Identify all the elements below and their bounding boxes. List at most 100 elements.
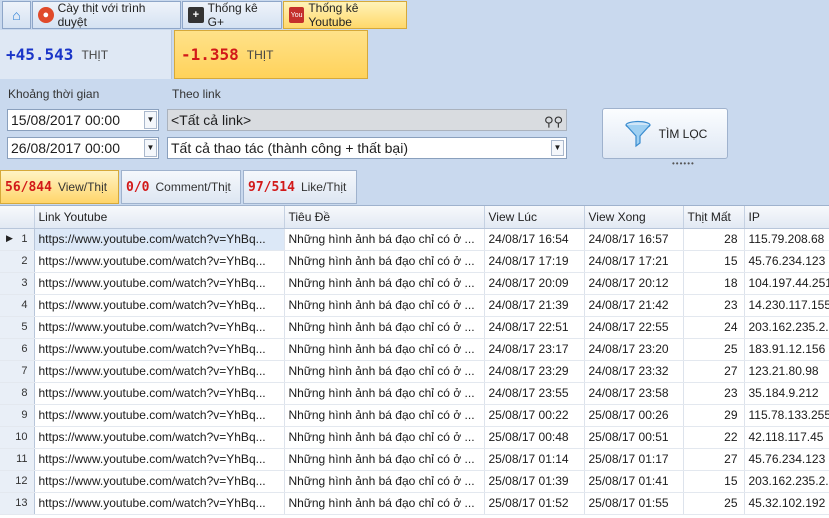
link-selector[interactable]: <Tất cả link> ⚲⚲ xyxy=(167,109,567,131)
cell-start[interactable]: 24/08/17 21:39 xyxy=(484,294,585,317)
cell-ip[interactable]: 14.230.117.155 xyxy=(744,294,829,317)
cell-link[interactable]: https://www.youtube.com/watch?v=YhBq... xyxy=(34,492,285,515)
cell-start[interactable]: 25/08/17 01:39 xyxy=(484,470,585,493)
cell-link[interactable]: https://www.youtube.com/watch?v=YhBq... xyxy=(34,250,285,273)
cell-end[interactable]: 24/08/17 16:57 xyxy=(584,228,684,251)
cell-cost[interactable]: 24 xyxy=(683,316,745,339)
cell-cost[interactable]: 22 xyxy=(683,426,745,449)
cell-start[interactable]: 24/08/17 17:19 xyxy=(484,250,585,273)
cell-title[interactable]: Những hình ảnh bá đạo chỉ có ở ... xyxy=(284,426,485,449)
cell-ip[interactable]: 45.76.234.123 xyxy=(744,250,829,273)
tab-youtube[interactable]: You Thống kê Youtube xyxy=(283,1,407,29)
cell-start[interactable]: 24/08/17 23:17 xyxy=(484,338,585,361)
cell-ip[interactable]: 183.91.12.156 xyxy=(744,338,829,361)
column-header[interactable]: Thịt Mất xyxy=(683,206,745,229)
table-row[interactable]: 5 https://www.youtube.com/watch?v=YhBq...… xyxy=(0,316,829,339)
cell-start[interactable]: 25/08/17 00:22 xyxy=(484,404,585,427)
cell-end[interactable]: 25/08/17 01:55 xyxy=(584,492,684,515)
chevron-down-icon[interactable]: ▼ xyxy=(551,140,564,156)
cell-ip[interactable]: 123.21.80.98 xyxy=(744,360,829,383)
cell-link[interactable]: https://www.youtube.com/watch?v=YhBq... xyxy=(34,382,285,405)
cell-start[interactable]: 24/08/17 20:09 xyxy=(484,272,585,295)
cell-link[interactable]: https://www.youtube.com/watch?v=YhBq... xyxy=(34,228,285,251)
table-row[interactable]: 9 https://www.youtube.com/watch?v=YhBq...… xyxy=(0,404,829,427)
cell-cost[interactable]: 27 xyxy=(683,448,745,471)
chevron-down-icon[interactable]: ▼ xyxy=(144,139,157,157)
cell-start[interactable]: 24/08/17 16:54 xyxy=(484,228,585,251)
cell-cost[interactable]: 28 xyxy=(683,228,745,251)
to-date-picker[interactable]: 26/08/2017 00:00 ▼ xyxy=(7,137,159,159)
cell-end[interactable]: 24/08/17 23:20 xyxy=(584,338,684,361)
row-number[interactable]: 11 xyxy=(0,448,35,471)
cell-end[interactable]: 24/08/17 23:58 xyxy=(584,382,684,405)
cell-end[interactable]: 25/08/17 01:41 xyxy=(584,470,684,493)
row-number[interactable]: 13 xyxy=(0,492,35,515)
binoculars-icon[interactable]: ⚲⚲ xyxy=(544,112,563,132)
table-row[interactable]: 6 https://www.youtube.com/watch?v=YhBq...… xyxy=(0,338,829,361)
table-row[interactable]: 2 https://www.youtube.com/watch?v=YhBq...… xyxy=(0,250,829,273)
cell-cost[interactable]: 25 xyxy=(683,338,745,361)
cell-end[interactable]: 24/08/17 21:42 xyxy=(584,294,684,317)
action-select[interactable]: Tất cả thao tác (thành công + thất bại) … xyxy=(167,137,567,159)
table-row[interactable]: 10 https://www.youtube.com/watch?v=YhBq..… xyxy=(0,426,829,449)
cell-title[interactable]: Những hình ảnh bá đạo chỉ có ở ... xyxy=(284,338,485,361)
table-row[interactable]: 11 https://www.youtube.com/watch?v=YhBq..… xyxy=(0,448,829,471)
table-row[interactable]: 12 https://www.youtube.com/watch?v=YhBq..… xyxy=(0,470,829,493)
cell-link[interactable]: https://www.youtube.com/watch?v=YhBq... xyxy=(34,404,285,427)
cell-ip[interactable]: 45.32.102.192 xyxy=(744,492,829,515)
cell-title[interactable]: Những hình ảnh bá đạo chỉ có ở ... xyxy=(284,250,485,273)
cell-cost[interactable]: 18 xyxy=(683,272,745,295)
row-number[interactable]: 5 xyxy=(0,316,35,339)
cell-ip[interactable]: 115.78.133.255 xyxy=(744,404,829,427)
table-row[interactable]: 8 https://www.youtube.com/watch?v=YhBq...… xyxy=(0,382,829,405)
cell-link[interactable]: https://www.youtube.com/watch?v=YhBq... xyxy=(34,272,285,295)
cell-end[interactable]: 24/08/17 23:32 xyxy=(584,360,684,383)
row-number[interactable]: ▶ 1 xyxy=(0,228,35,251)
column-header[interactable]: IP xyxy=(744,206,829,229)
column-header[interactable]: View Lúc xyxy=(484,206,585,229)
table-row[interactable]: 13 https://www.youtube.com/watch?v=YhBq..… xyxy=(0,492,829,515)
cell-cost[interactable]: 15 xyxy=(683,250,745,273)
cell-link[interactable]: https://www.youtube.com/watch?v=YhBq... xyxy=(34,316,285,339)
cell-end[interactable]: 25/08/17 00:26 xyxy=(584,404,684,427)
cell-title[interactable]: Những hình ảnh bá đạo chỉ có ở ... xyxy=(284,492,485,515)
row-number[interactable]: 12 xyxy=(0,470,35,493)
row-number[interactable]: 2 xyxy=(0,250,35,273)
results-grid[interactable]: Link Youtube Tiêu Đề View Lúc View Xong … xyxy=(0,205,829,518)
row-number[interactable]: 9 xyxy=(0,404,35,427)
table-row[interactable]: 7 https://www.youtube.com/watch?v=YhBq...… xyxy=(0,360,829,383)
cell-title[interactable]: Những hình ảnh bá đạo chỉ có ở ... xyxy=(284,360,485,383)
column-header[interactable]: Tiêu Đề xyxy=(284,206,485,229)
cell-title[interactable]: Những hình ảnh bá đạo chỉ có ở ... xyxy=(284,228,485,251)
cell-start[interactable]: 24/08/17 23:55 xyxy=(484,382,585,405)
cell-ip[interactable]: 115.79.208.68 xyxy=(744,228,829,251)
chevron-down-icon[interactable]: ▼ xyxy=(144,111,157,129)
cell-start[interactable]: 25/08/17 01:14 xyxy=(484,448,585,471)
cell-cost[interactable]: 27 xyxy=(683,360,745,383)
cell-end[interactable]: 24/08/17 22:55 xyxy=(584,316,684,339)
tab-home[interactable]: ⌂ xyxy=(2,1,31,29)
cell-title[interactable]: Những hình ảnh bá đạo chỉ có ở ... xyxy=(284,448,485,471)
cell-ip[interactable]: 45.76.234.123 xyxy=(744,448,829,471)
cell-ip[interactable]: 203.162.235.2... xyxy=(744,470,829,493)
cell-end[interactable]: 25/08/17 01:17 xyxy=(584,448,684,471)
cell-link[interactable]: https://www.youtube.com/watch?v=YhBq... xyxy=(34,338,285,361)
row-number[interactable]: 7 xyxy=(0,360,35,383)
row-number[interactable]: 4 xyxy=(0,294,35,317)
row-number[interactable]: 10 xyxy=(0,426,35,449)
cell-cost[interactable]: 15 xyxy=(683,470,745,493)
cell-title[interactable]: Những hình ảnh bá đạo chỉ có ở ... xyxy=(284,272,485,295)
table-row[interactable]: ▶ 1 https://www.youtube.com/watch?v=YhBq..… xyxy=(0,228,829,251)
cell-title[interactable]: Những hình ảnh bá đạo chỉ có ở ... xyxy=(284,316,485,339)
tab-browser[interactable]: ● Cày thịt với trình duyệt xyxy=(32,1,181,29)
cell-title[interactable]: Những hình ảnh bá đạo chỉ có ở ... xyxy=(284,404,485,427)
row-number[interactable]: 3 xyxy=(0,272,35,295)
column-header[interactable]: View Xong xyxy=(584,206,684,229)
cell-start[interactable]: 24/08/17 22:51 xyxy=(484,316,585,339)
column-header[interactable]: Link Youtube xyxy=(34,206,285,229)
filter-button[interactable]: TÌM LỌC xyxy=(602,108,728,159)
cell-cost[interactable]: 25 xyxy=(683,492,745,515)
cell-title[interactable]: Những hình ảnh bá đạo chỉ có ở ... xyxy=(284,382,485,405)
cell-start[interactable]: 24/08/17 23:29 xyxy=(484,360,585,383)
cell-link[interactable]: https://www.youtube.com/watch?v=YhBq... xyxy=(34,294,285,317)
